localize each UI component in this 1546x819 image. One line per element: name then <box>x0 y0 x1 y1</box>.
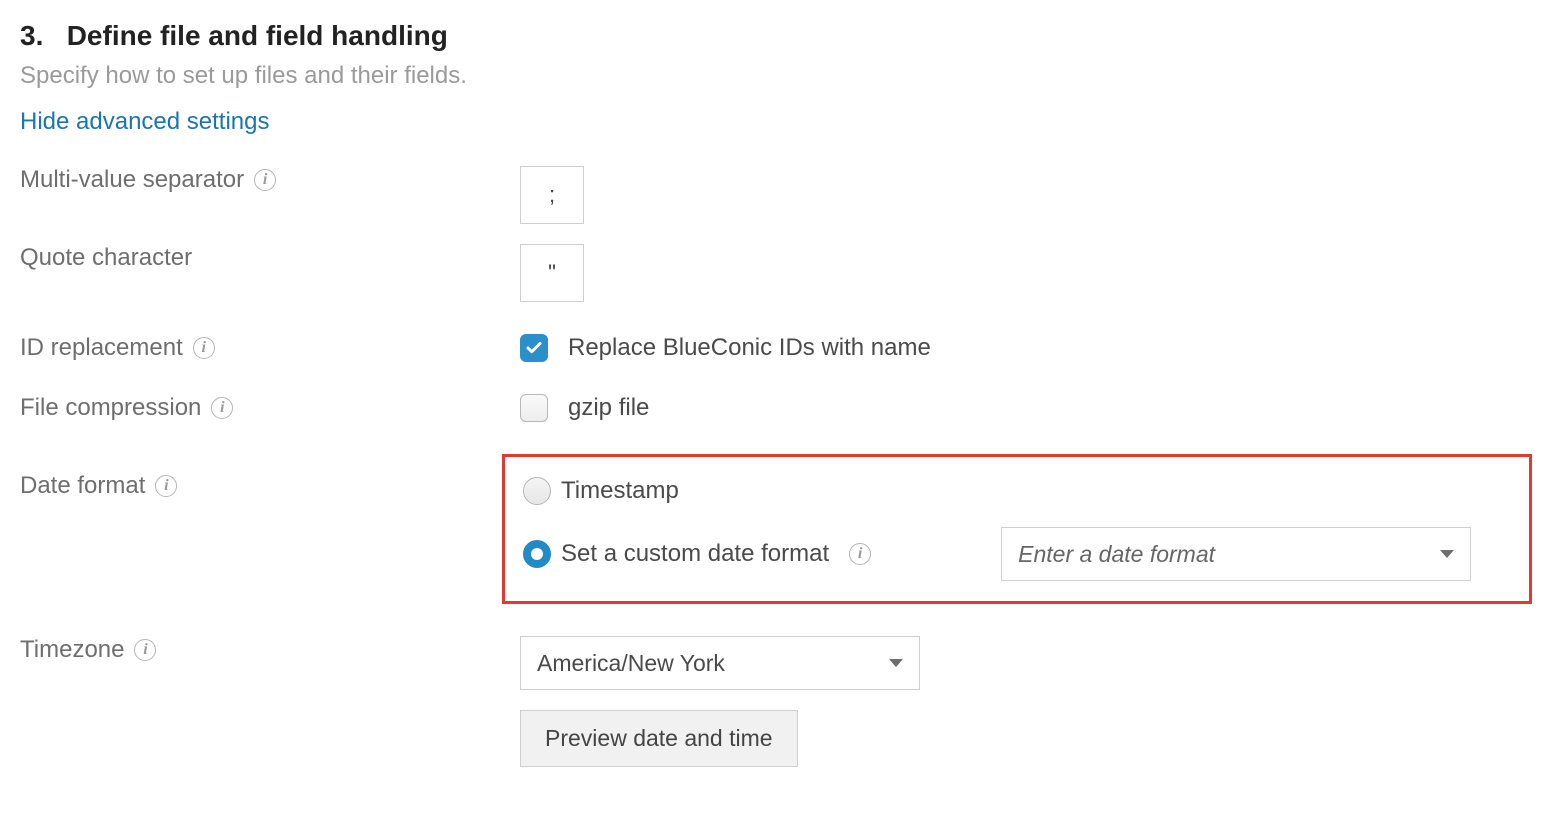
multi-value-separator-input[interactable] <box>520 166 584 224</box>
timezone-select[interactable]: America/New York <box>520 636 920 690</box>
file-compression-checkbox-label: gzip file <box>568 394 649 422</box>
info-icon[interactable]: i <box>254 169 276 191</box>
info-icon[interactable]: i <box>155 475 177 497</box>
chevron-down-icon <box>889 659 903 667</box>
timezone-selected-value: America/New York <box>537 650 725 677</box>
file-compression-checkbox[interactable] <box>520 394 548 422</box>
date-format-timestamp-label: Timestamp <box>561 477 679 505</box>
preview-date-time-button[interactable]: Preview date and time <box>520 710 798 767</box>
chevron-down-icon <box>1440 550 1454 558</box>
info-icon[interactable]: i <box>211 397 233 419</box>
section-heading: 3. Define file and field handling <box>20 20 1526 52</box>
info-icon[interactable]: i <box>849 543 871 565</box>
date-format-radio-custom[interactable] <box>523 540 551 568</box>
custom-date-format-placeholder: Enter a date format <box>1018 541 1215 568</box>
custom-date-format-combobox[interactable]: Enter a date format <box>1001 527 1471 581</box>
timezone-label: Timezone <box>20 636 124 664</box>
id-replacement-checkbox-label: Replace BlueConic IDs with name <box>568 334 931 362</box>
date-format-label: Date format <box>20 472 145 500</box>
quote-character-label: Quote character <box>20 244 192 272</box>
date-format-radio-timestamp[interactable] <box>523 477 551 505</box>
file-compression-label: File compression <box>20 394 201 422</box>
check-icon <box>525 339 543 357</box>
info-icon[interactable]: i <box>193 337 215 359</box>
id-replacement-checkbox[interactable] <box>520 334 548 362</box>
section-number: 3. <box>20 20 43 51</box>
multi-value-separator-label: Multi-value separator <box>20 166 244 194</box>
section-title: Define file and field handling <box>67 20 448 51</box>
toggle-advanced-settings-link[interactable]: Hide advanced settings <box>20 108 270 136</box>
section-subtitle: Specify how to set up files and their fi… <box>20 62 1526 90</box>
date-format-highlight: Timestamp Set a custom date format i Ent… <box>502 454 1532 604</box>
date-format-custom-label: Set a custom date format <box>561 540 829 568</box>
id-replacement-label: ID replacement <box>20 334 183 362</box>
quote-character-input[interactable] <box>520 244 584 302</box>
info-icon[interactable]: i <box>134 639 156 661</box>
